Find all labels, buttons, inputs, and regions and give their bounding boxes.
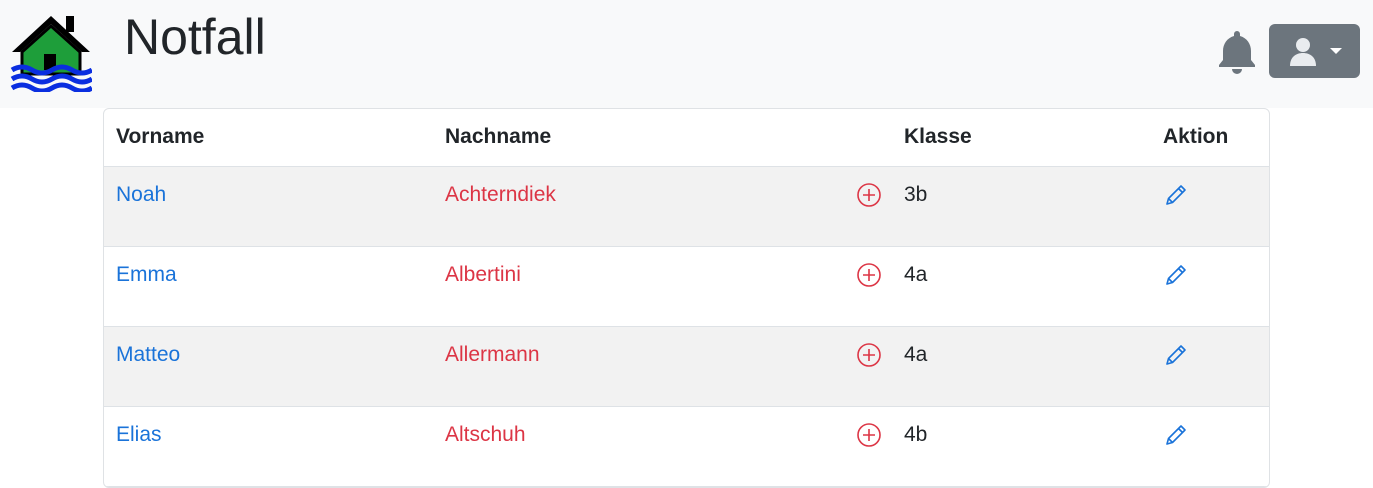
table-row: Matteo Allermann 4a	[104, 326, 1269, 407]
student-table-card: Vorname Nachname Klasse Aktion Noah Acht…	[103, 108, 1270, 488]
header-add	[753, 109, 892, 167]
header-vorname: Vorname	[104, 109, 433, 167]
navbar: Notfall	[0, 0, 1373, 108]
table-header-row: Vorname Nachname Klasse Aktion	[104, 109, 1269, 167]
bell-icon[interactable]	[1216, 28, 1258, 74]
class-cell: 4a	[892, 326, 1151, 407]
first-name-link[interactable]: Elias	[116, 423, 162, 446]
student-table: Vorname Nachname Klasse Aktion Noah Acht…	[104, 109, 1269, 487]
first-name-link[interactable]: Noah	[116, 183, 166, 206]
plus-circle-icon[interactable]	[856, 422, 882, 448]
class-cell: 3b	[892, 166, 1151, 247]
last-name-link[interactable]: Altschuh	[445, 423, 526, 446]
table-row: Emma Albertini 4a	[104, 246, 1269, 327]
pencil-icon[interactable]	[1163, 182, 1189, 208]
chevron-down-icon	[1330, 48, 1342, 54]
last-name-link[interactable]: Allermann	[445, 343, 540, 366]
pencil-icon[interactable]	[1163, 342, 1189, 368]
table-row: Noah Achterndiek 3b	[104, 166, 1269, 247]
last-name-link[interactable]: Albertini	[445, 263, 521, 286]
pencil-icon[interactable]	[1163, 262, 1189, 288]
first-name-link[interactable]: Matteo	[116, 343, 180, 366]
plus-circle-icon[interactable]	[856, 342, 882, 368]
class-cell: 4a	[892, 246, 1151, 327]
user-avatar-icon	[1290, 38, 1316, 66]
table-row: Elias Altschuh 4b	[104, 406, 1269, 487]
last-name-link[interactable]: Achterndiek	[445, 183, 556, 206]
user-menu-button[interactable]	[1269, 24, 1360, 78]
class-cell: 4b	[892, 406, 1151, 487]
header-nachname: Nachname	[433, 109, 753, 167]
first-name-link[interactable]: Emma	[116, 263, 177, 286]
header-klasse: Klasse	[892, 109, 1151, 167]
brand-title[interactable]: Notfall	[124, 8, 266, 66]
header-aktion: Aktion	[1151, 109, 1269, 167]
plus-circle-icon[interactable]	[856, 182, 882, 208]
plus-circle-icon[interactable]	[856, 262, 882, 288]
house-flood-icon[interactable]	[10, 12, 92, 92]
pencil-icon[interactable]	[1163, 422, 1189, 448]
